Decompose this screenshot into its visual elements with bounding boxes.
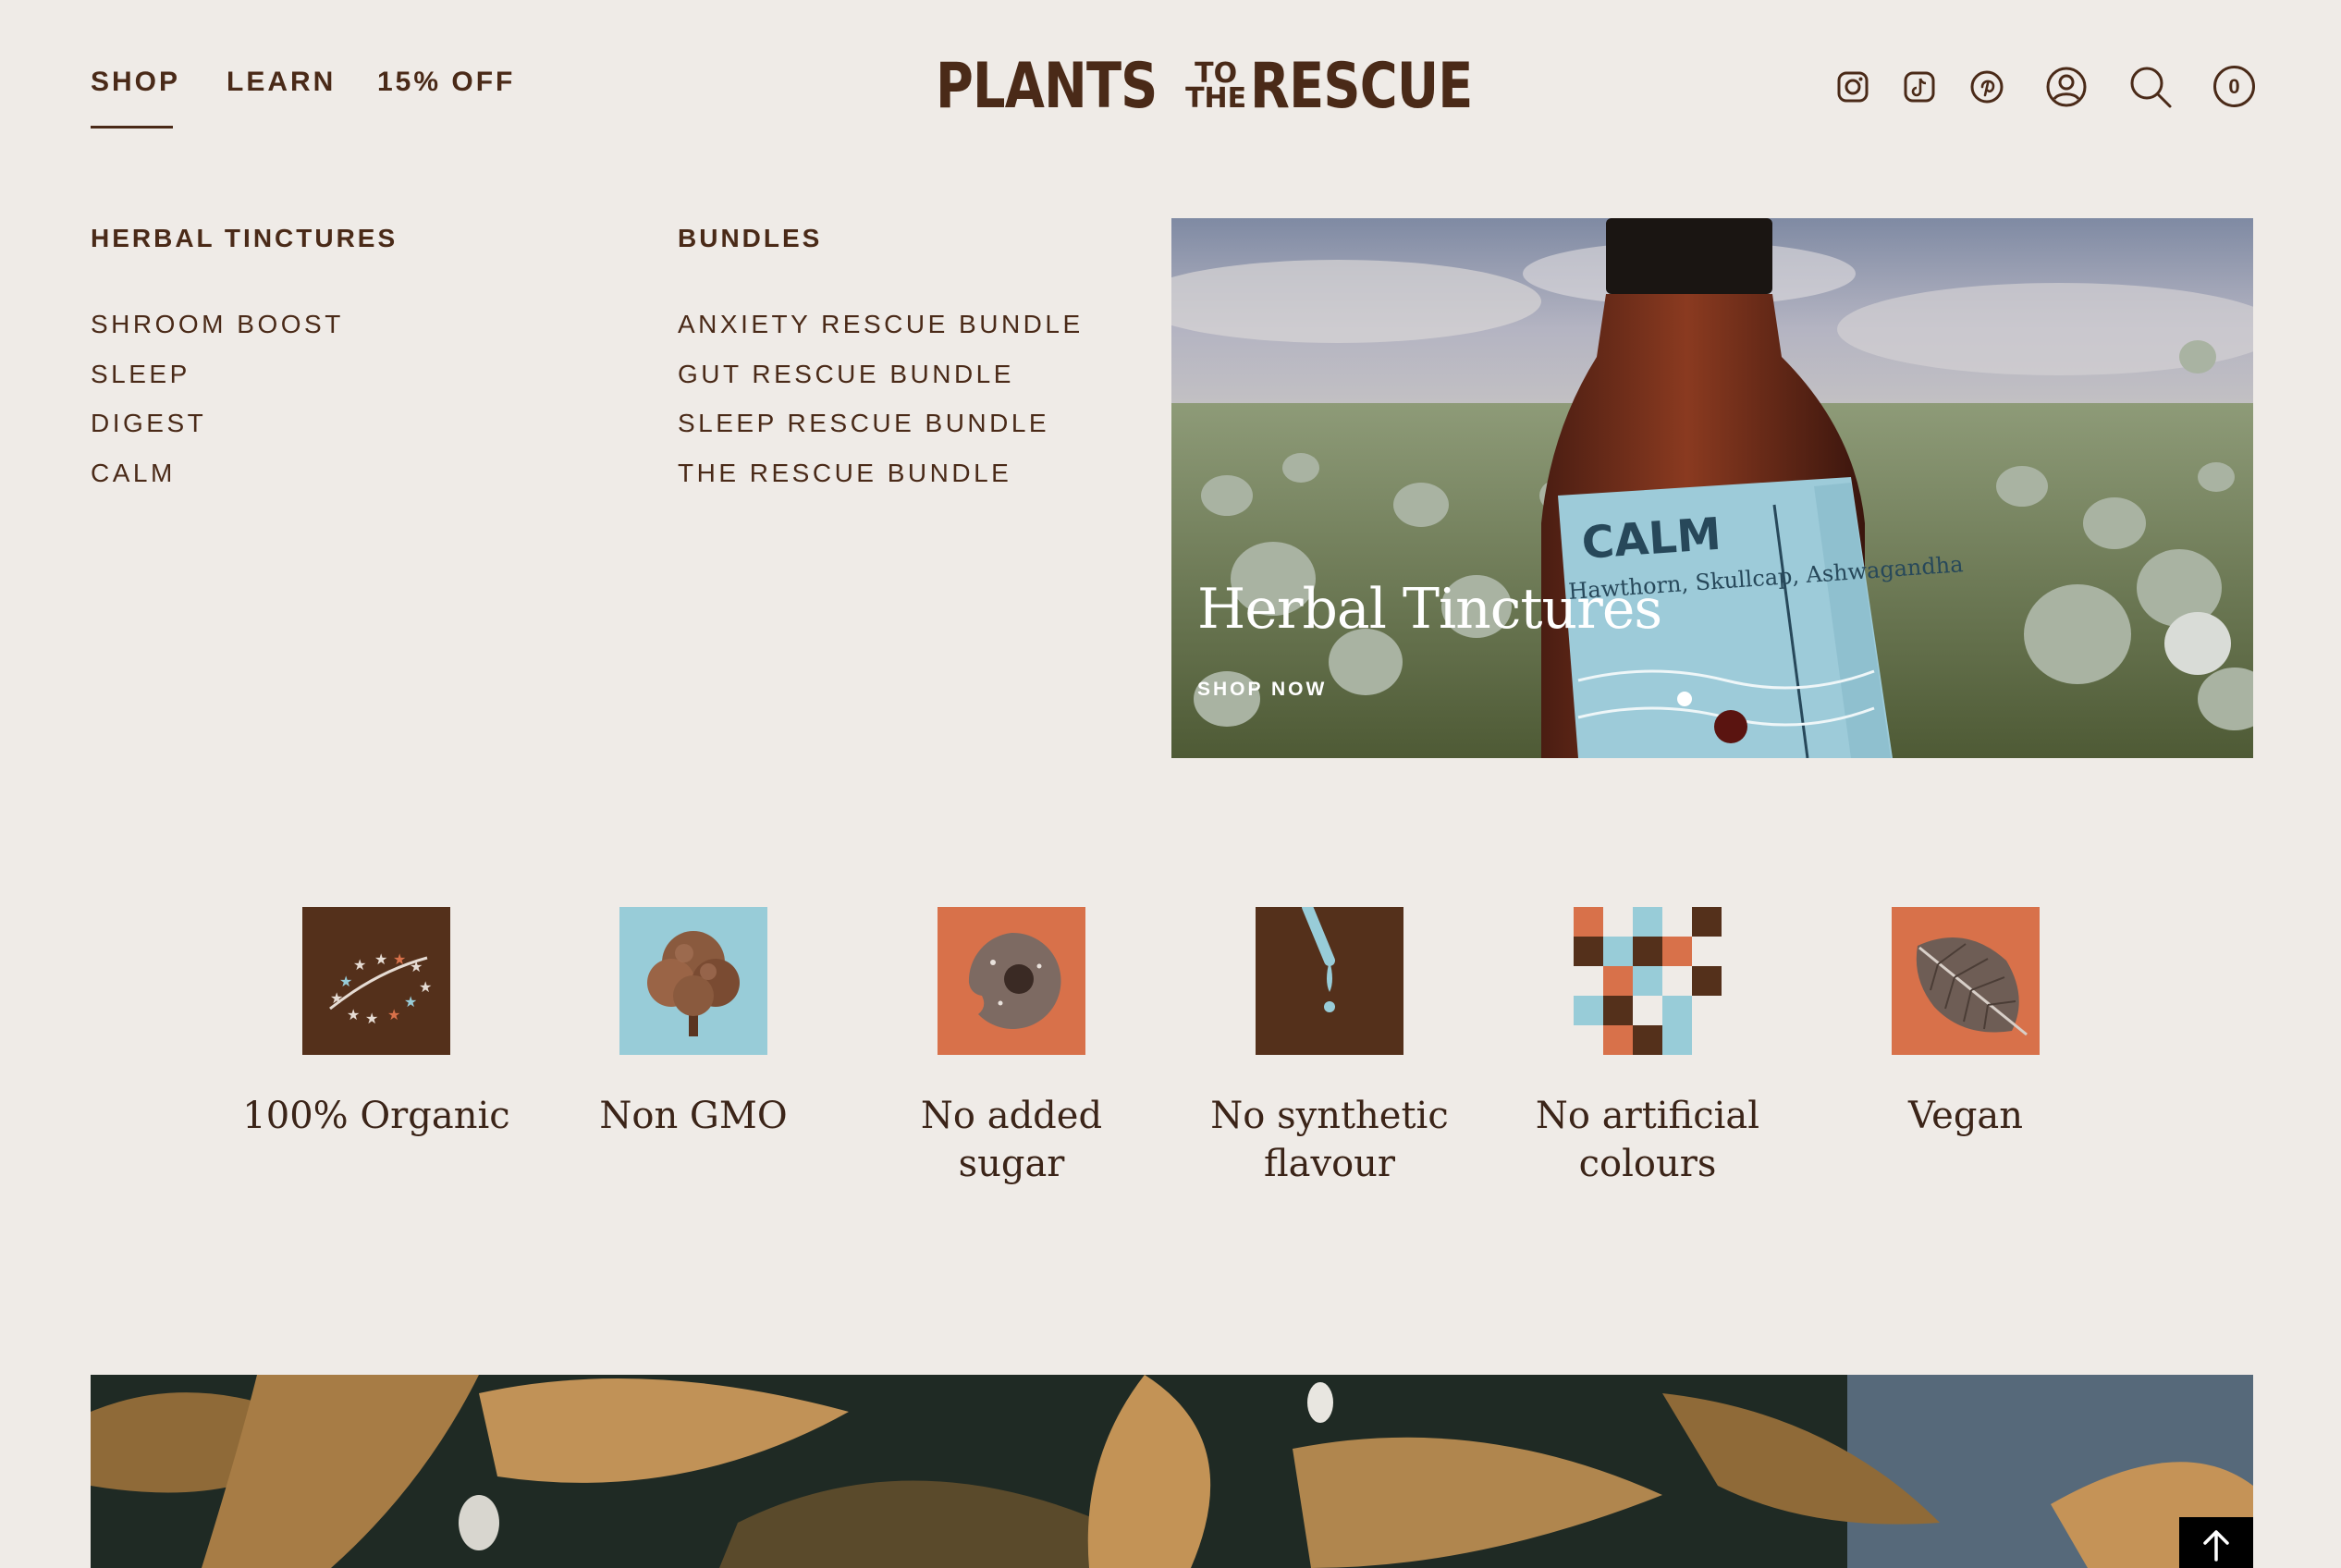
- svg-text:★: ★: [387, 1006, 400, 1023]
- cart-icon[interactable]: 0: [2213, 66, 2255, 107]
- menu-item-calm[interactable]: CALM: [91, 459, 176, 488]
- poppy-field-image: CALM Hawthorn, Skullcap, Ashwagandha: [1171, 218, 2253, 758]
- menu-item-the-rescue-bundle[interactable]: THE RESCUE BUNDLE: [678, 459, 1011, 488]
- account-icon[interactable]: [2045, 66, 2088, 108]
- nav-shop[interactable]: SHOP: [91, 67, 180, 98]
- logo-word-rescue: RESCUE: [1250, 49, 1473, 123]
- svg-text:★: ★: [353, 956, 366, 974]
- leaves-banner-image: [91, 1375, 2253, 1568]
- feature-label: 100% Organic: [242, 1095, 510, 1137]
- feature-label: Vegan: [1907, 1095, 2024, 1137]
- feature-label: No artificial colours: [1535, 1095, 1760, 1185]
- dropper-icon: [1256, 907, 1403, 1055]
- tiktok-icon[interactable]: [1903, 70, 1936, 104]
- arrow-up-icon: [2203, 1530, 2229, 1562]
- feature-label: No synthetic flavour: [1210, 1095, 1449, 1185]
- menu-heading-bundles[interactable]: BUNDLES: [678, 224, 822, 253]
- svg-text:★: ★: [365, 1010, 378, 1027]
- feature-no-added-sugar: No added sugar: [864, 907, 1159, 1188]
- svg-text:★: ★: [347, 1006, 360, 1023]
- nav-offer[interactable]: 15% OFF: [377, 67, 515, 98]
- checker-icon: [1574, 907, 1722, 1055]
- menu-item-anxiety-rescue-bundle[interactable]: ANXIETY RESCUE BUNDLE: [678, 310, 1084, 339]
- feature-non-gmo: Non GMO: [545, 907, 841, 1140]
- feature-no-artificial-colours: No artificial colours: [1500, 907, 1796, 1188]
- scroll-to-top-button[interactable]: [2179, 1517, 2253, 1568]
- leaf-icon: [1892, 907, 2040, 1055]
- search-icon[interactable]: [2128, 65, 2173, 109]
- organic-stars-icon: ★ ★ ★ ★ ★ ★ ★ ★ ★ ★ ★: [302, 907, 450, 1055]
- logo-the: THE: [1185, 82, 1247, 115]
- herbal-tinctures-promo[interactable]: CALM Hawthorn, Skullcap, Ashwagandha Her…: [1171, 218, 2253, 758]
- logo-word-plants: PLANTS: [936, 49, 1158, 123]
- nav-learn[interactable]: LEARN: [227, 67, 336, 98]
- feature-no-synthetic-flavour: No synthetic flavour: [1182, 907, 1477, 1188]
- menu-item-sleep-rescue-bundle[interactable]: SLEEP RESCUE BUNDLE: [678, 409, 1049, 438]
- instagram-icon[interactable]: [1836, 70, 1869, 104]
- svg-text:★: ★: [410, 958, 423, 975]
- logo-to-the: TO THE: [1185, 60, 1247, 115]
- svg-text:★: ★: [339, 973, 352, 990]
- menu-item-sleep[interactable]: SLEEP: [91, 360, 190, 389]
- svg-text:★: ★: [374, 950, 387, 968]
- bottle-label-calm: CALM: [1580, 508, 1722, 570]
- svg-text:★: ★: [393, 950, 406, 968]
- feature-vegan: Vegan: [1818, 907, 2114, 1140]
- pinterest-icon[interactable]: [1969, 69, 2004, 104]
- menu-item-digest[interactable]: DIGEST: [91, 409, 206, 438]
- feature-organic: ★ ★ ★ ★ ★ ★ ★ ★ ★ ★ ★ 100% Organic: [228, 907, 524, 1140]
- site-logo[interactable]: PLANTS TO THE RESCUE: [936, 50, 1522, 123]
- site-header: SHOP LEARN 15% OFF PLANTS TO THE RESCUE: [0, 0, 2341, 176]
- feature-label: Non GMO: [599, 1095, 788, 1137]
- menu-item-gut-rescue-bundle[interactable]: GUT RESCUE BUNDLE: [678, 360, 1014, 389]
- svg-text:★: ★: [419, 978, 432, 996]
- nav-shop-active-indicator: [91, 126, 173, 129]
- donut-icon: [938, 907, 1085, 1055]
- tree-icon: [619, 907, 767, 1055]
- menu-item-shroom-boost[interactable]: SHROOM BOOST: [91, 310, 344, 339]
- promo-shop-now-link[interactable]: SHOP NOW: [1197, 679, 1327, 701]
- feature-label: No added sugar: [920, 1095, 1103, 1185]
- menu-heading-herbal-tinctures[interactable]: HERBAL TINCTURES: [91, 224, 398, 253]
- promo-title: Herbal Tinctures: [1197, 577, 1662, 642]
- svg-text:★: ★: [404, 993, 417, 1011]
- cart-count: 0: [2228, 74, 2240, 98]
- svg-text:★: ★: [330, 989, 343, 1007]
